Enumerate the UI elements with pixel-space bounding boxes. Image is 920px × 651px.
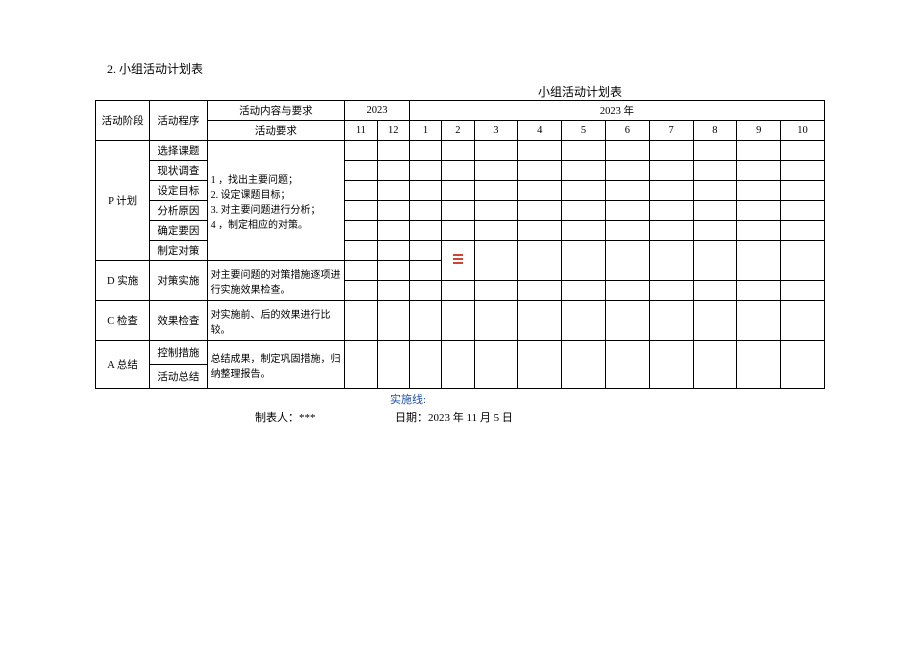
month-cell: 2 xyxy=(442,121,474,141)
table-row: P 计划 选择课题 1 ，找出主要问题； 2. 设定课题目标； 3. 对主要问题… xyxy=(96,141,825,161)
step-cell: 控制措施 xyxy=(150,341,207,365)
col-year-b: 2023 年 xyxy=(409,101,824,121)
phase-d-label: D 实施 xyxy=(96,261,150,301)
col-process: 活动程序 xyxy=(150,101,207,141)
step-cell: 选择课题 xyxy=(150,141,207,161)
table-row: 分析原因 xyxy=(96,201,825,221)
step-cell: 现状调查 xyxy=(150,161,207,181)
footer-row: 制表人：*** 日期：2023 年 11 月 5 日 xyxy=(95,409,825,425)
month-cell: 3 xyxy=(474,121,518,141)
step-cell: 设定目标 xyxy=(150,181,207,201)
step-cell: 活动总结 xyxy=(150,365,207,389)
table-title: 小组活动计划表 xyxy=(335,83,825,100)
col-req-sub: 活动要求 xyxy=(207,121,345,141)
phase-a-label: A 总结 xyxy=(96,341,150,389)
table-row: 设定目标 xyxy=(96,181,825,201)
month-cell: 11 xyxy=(345,121,377,141)
month-cell: 4 xyxy=(518,121,562,141)
col-year-a: 2023 xyxy=(345,101,410,121)
table-row: A 总结 控制措施 总结成果，制定巩固措施，归纳整理报告。 xyxy=(96,341,825,365)
table-header-row: 活动阶段 活动程序 活动内容与要求 2023 2023 年 xyxy=(96,101,825,121)
plan-table: 活动阶段 活动程序 活动内容与要求 2023 2023 年 活动要求 11 12… xyxy=(95,100,825,389)
phase-p-label: P 计划 xyxy=(96,141,150,261)
month-cell: 8 xyxy=(693,121,737,141)
document-page: 2. 小组活动计划表 小组活动计划表 活动阶段 活动程序 活动内容与要求 202… xyxy=(0,0,920,425)
month-cell: 9 xyxy=(737,121,781,141)
step-cell: 制定对策 xyxy=(150,241,207,261)
req-c: 对实施前、后的效果进行比较。 xyxy=(207,301,345,341)
month-cell: 5 xyxy=(562,121,606,141)
month-cell: 1 xyxy=(409,121,441,141)
phase-c-label: C 检查 xyxy=(96,301,150,341)
step-cell: 效果检查 xyxy=(150,301,207,341)
month-cell: 12 xyxy=(377,121,409,141)
author-label: 制表人：*** xyxy=(255,409,395,425)
req-a: 总结成果，制定巩固措施，归纳整理报告。 xyxy=(207,341,345,389)
progress-marker-icon xyxy=(453,252,463,266)
col-stage: 活动阶段 xyxy=(96,101,150,141)
req-p: 1 ，找出主要问题； 2. 设定课题目标； 3. 对主要问题进行分析； 4 ，制… xyxy=(207,141,345,261)
step-cell: 对策实施 xyxy=(150,261,207,301)
date-label: 日期：2023 年 11 月 5 日 xyxy=(395,409,825,425)
table-row: 制定对策 xyxy=(96,241,825,261)
col-content: 活动内容与要求 xyxy=(207,101,345,121)
step-cell: 分析原因 xyxy=(150,201,207,221)
marker-cell xyxy=(442,241,474,281)
step-cell: 确定要因 xyxy=(150,221,207,241)
req-d: 对主要问题的对策措施逐项进行实施效果检查。 xyxy=(207,261,345,301)
table-row: 现状调查 xyxy=(96,161,825,181)
impl-line-label: 实施线: xyxy=(390,391,825,407)
table-row: 确定要因 xyxy=(96,221,825,241)
month-cell: 7 xyxy=(649,121,693,141)
month-cell: 10 xyxy=(781,121,825,141)
month-cell: 6 xyxy=(605,121,649,141)
section-heading: 2. 小组活动计划表 xyxy=(107,60,825,77)
